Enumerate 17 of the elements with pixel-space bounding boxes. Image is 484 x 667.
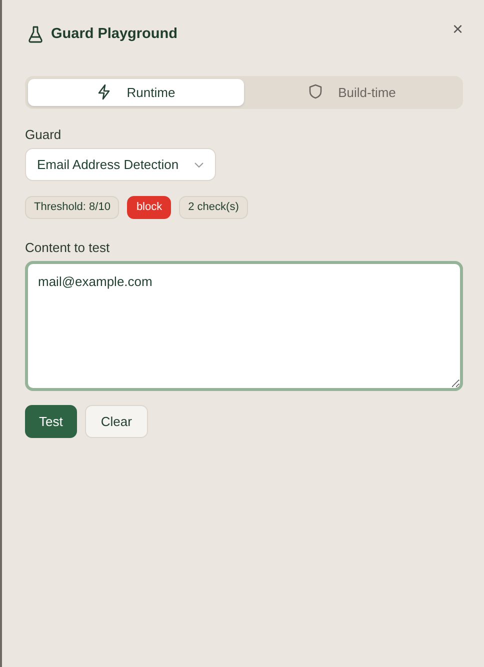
field-label: Content to test: [25, 238, 110, 257]
flask-icon: [28, 26, 43, 44]
panel-title: Guard Playground: [51, 25, 178, 44]
info-tag: 2 check(s): [179, 196, 248, 219]
field-label: Guard: [25, 126, 62, 144]
action-tag: block: [127, 196, 172, 219]
test-button[interactable]: Test: [25, 404, 77, 438]
lightning-icon: [96, 84, 111, 100]
guard-select[interactable]: Email Address Detection: [25, 148, 216, 182]
chevron-down-icon: [194, 162, 204, 168]
info-tag: Threshold: 8/10: [25, 196, 120, 219]
tab[interactable]: Runtime: [28, 78, 244, 106]
tab[interactable]: Build-time: [244, 78, 460, 106]
shield-icon: [308, 84, 322, 100]
clear-button[interactable]: Clear: [84, 404, 148, 438]
content-field[interactable]: mail@example.com: [25, 261, 463, 392]
close-button[interactable]: ×: [452, 20, 463, 38]
